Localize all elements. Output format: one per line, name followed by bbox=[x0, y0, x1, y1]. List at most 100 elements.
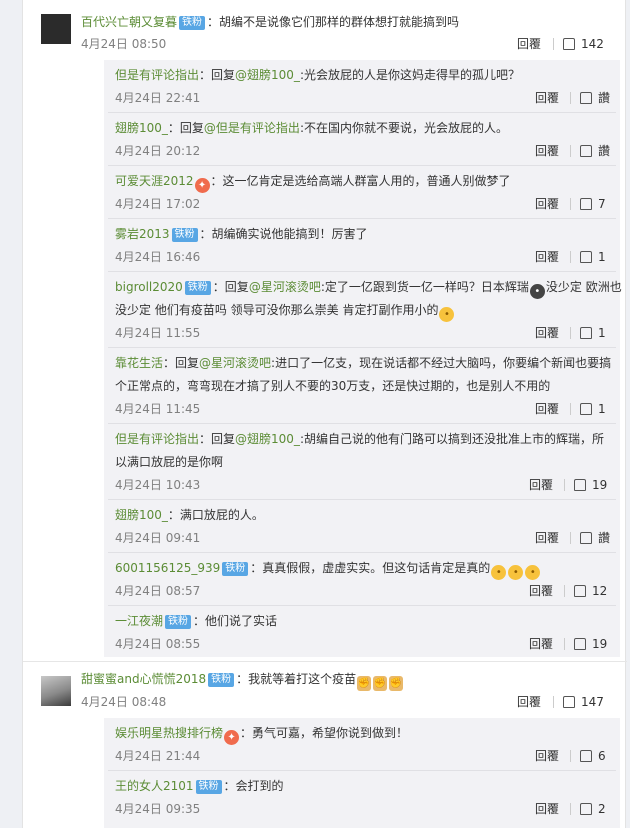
comment-username[interactable]: 百代兴亡朝又复暮 bbox=[81, 15, 177, 29]
like-button[interactable]: 12 bbox=[574, 580, 607, 602]
divider bbox=[570, 403, 571, 415]
mention-link[interactable]: @星河滚烫吧 bbox=[199, 356, 271, 370]
reply-button[interactable]: 回覆 bbox=[535, 745, 559, 767]
reply-button[interactable]: 回覆 bbox=[535, 246, 559, 268]
like-button[interactable]: 7 bbox=[580, 193, 606, 215]
like-button[interactable]: 2 bbox=[580, 798, 606, 820]
reply-meta: 4月24日 09:41 回覆 讚 bbox=[115, 527, 611, 549]
avatar[interactable] bbox=[41, 14, 71, 44]
fan-badge: 铁粉 bbox=[208, 673, 235, 687]
like-count: 讚 bbox=[598, 144, 611, 158]
like-button[interactable]: 讚 bbox=[580, 87, 610, 109]
reply-username[interactable]: 雾岩2013 bbox=[115, 227, 170, 241]
reply-button[interactable]: 回覆 bbox=[535, 87, 559, 109]
reply-username[interactable]: 娱乐明星热搜排行榜 bbox=[115, 726, 223, 740]
reply-button[interactable]: 回覆 bbox=[535, 798, 559, 820]
reply-button[interactable]: 回覆 bbox=[535, 322, 559, 344]
reply-button[interactable]: 回覆 bbox=[517, 691, 541, 713]
like-button[interactable]: 讚 bbox=[580, 527, 610, 549]
separator bbox=[108, 552, 616, 553]
comment-panel: 百代兴亡朝又复暮 铁粉 ：胡编不是说像它们那样的群体想打就能搞到吗 4月24日 08… bbox=[22, 0, 627, 828]
like-button[interactable]: 1 bbox=[580, 398, 606, 420]
divider bbox=[570, 92, 571, 104]
reply-username[interactable]: bigroll2020 bbox=[115, 280, 183, 294]
reply-time: 4月24日 10:43 bbox=[115, 478, 201, 492]
reply-button[interactable]: 回覆 bbox=[529, 580, 553, 602]
mention-link[interactable]: @翅膀100_ bbox=[235, 432, 300, 446]
reply-meta: 4月24日 17:02 回覆 7 bbox=[115, 193, 611, 215]
reply-username[interactable]: 翅膀100_ bbox=[115, 508, 168, 522]
like-button[interactable]: 147 bbox=[563, 691, 604, 713]
reply-username[interactable]: 一江夜潮 bbox=[115, 614, 163, 628]
like-count: 12 bbox=[592, 584, 608, 598]
mention-link[interactable]: @翅膀100_ bbox=[235, 68, 300, 82]
reply-time: 4月24日 11:45 bbox=[115, 402, 201, 416]
reply-item: 但是有评论指出：回复@翅膀100_:光会放屁的人是你这妈走得早的孤儿吧？ bbox=[115, 66, 611, 84]
reply-time: 4月24日 22:41 bbox=[115, 91, 201, 105]
divider bbox=[564, 585, 565, 597]
reply-item: 雾岩2013 铁粉 ：胡编确实说他能搞到！厉害了 bbox=[115, 225, 611, 243]
reply-button[interactable]: 回覆 bbox=[517, 33, 541, 55]
separator bbox=[108, 112, 616, 113]
divider bbox=[553, 696, 554, 708]
reply-text: ：满口放屁的人。 bbox=[167, 508, 264, 522]
thumb-up-icon bbox=[580, 750, 592, 762]
reply-time: 4月24日 11:55 bbox=[115, 326, 201, 340]
emoji-icon: • bbox=[525, 565, 541, 580]
like-button[interactable]: 1 bbox=[580, 246, 606, 268]
like-button[interactable]: 讚 bbox=[580, 140, 610, 162]
reply-text-line2: 以满口放屁的是你啊 bbox=[115, 453, 611, 471]
reply-button[interactable]: 回覆 bbox=[535, 193, 559, 215]
reply-username[interactable]: 王的女人2101 bbox=[115, 779, 194, 793]
like-button[interactable]: 6 bbox=[580, 745, 606, 767]
like-button[interactable]: 19 bbox=[574, 633, 607, 655]
comment-username[interactable]: 甜蜜蜜and心慌慌2018 bbox=[81, 672, 206, 686]
reply-time: 4月24日 20:12 bbox=[115, 144, 201, 158]
thumb-up-icon bbox=[563, 38, 575, 50]
like-count: 7 bbox=[598, 197, 606, 211]
thumb-up-icon bbox=[580, 532, 592, 544]
mention-link[interactable]: @但是有评论指出 bbox=[204, 121, 300, 135]
reply-username[interactable]: 靠花生活 bbox=[115, 356, 163, 370]
like-button[interactable]: 1 bbox=[580, 322, 606, 344]
reply-username[interactable]: 翅膀100_ bbox=[115, 121, 168, 135]
thumb-up-icon bbox=[580, 251, 592, 263]
reply-text: :胡编自己说的他有门路可以搞到还没批准上市的辉瑞，所 bbox=[299, 432, 604, 446]
reply-item: 6001156125_939 铁粉 ：真真假假，虚虚实实。但这句话肯定是真的 • • • bbox=[115, 559, 611, 580]
thumb-up-icon bbox=[580, 198, 592, 210]
comment-meta: 4月24日 08:50 回覆 142 bbox=[81, 33, 605, 55]
reply-prefix: ：回复 bbox=[167, 121, 204, 135]
reply-button[interactable]: 回覆 bbox=[535, 140, 559, 162]
reply-username[interactable]: 但是有评论指出 bbox=[115, 68, 199, 82]
like-button[interactable]: 19 bbox=[574, 474, 607, 496]
divider bbox=[564, 638, 565, 650]
reply-prefix: ：回复 bbox=[163, 356, 200, 370]
reply-meta: 4月24日 08:55 回覆 19 bbox=[115, 633, 611, 655]
strong-arm-icon: ✊ bbox=[389, 676, 404, 691]
reply-meta: 4月24日 11:45 回覆 1 bbox=[115, 398, 611, 420]
avatar[interactable] bbox=[41, 676, 71, 706]
reply-text: ：会打到的 bbox=[223, 779, 284, 793]
mention-link[interactable]: @星河滚烫吧 bbox=[249, 280, 321, 294]
reply-button[interactable]: 回覆 bbox=[535, 398, 559, 420]
like-count: 1 bbox=[598, 326, 606, 340]
reply-text: ：他们说了实话 bbox=[193, 614, 278, 628]
divider bbox=[570, 327, 571, 339]
reply-time: 4月24日 16:46 bbox=[115, 250, 201, 264]
like-button[interactable]: 142 bbox=[563, 33, 604, 55]
like-count: 1 bbox=[598, 250, 606, 264]
divider bbox=[570, 251, 571, 263]
thumb-up-icon bbox=[563, 696, 575, 708]
thumb-up-icon bbox=[580, 327, 592, 339]
reply-button[interactable]: 回覆 bbox=[529, 474, 553, 496]
comment-time: 4月24日 08:50 bbox=[81, 37, 167, 51]
reply-username[interactable]: 但是有评论指出 bbox=[115, 432, 199, 446]
reply-username[interactable]: 可爱天涯2012 bbox=[115, 174, 194, 188]
reply-prefix: ：回复 bbox=[199, 68, 236, 82]
reply-button[interactable]: 回覆 bbox=[529, 633, 553, 655]
reply-text: :定了一亿跟到货一亿一样吗？日本辉瑞 bbox=[320, 280, 529, 294]
reply-button[interactable]: 回覆 bbox=[535, 527, 559, 549]
emoji-icon: • bbox=[439, 307, 455, 322]
reply-username[interactable]: 6001156125_939 bbox=[115, 561, 220, 575]
separator bbox=[108, 271, 616, 272]
